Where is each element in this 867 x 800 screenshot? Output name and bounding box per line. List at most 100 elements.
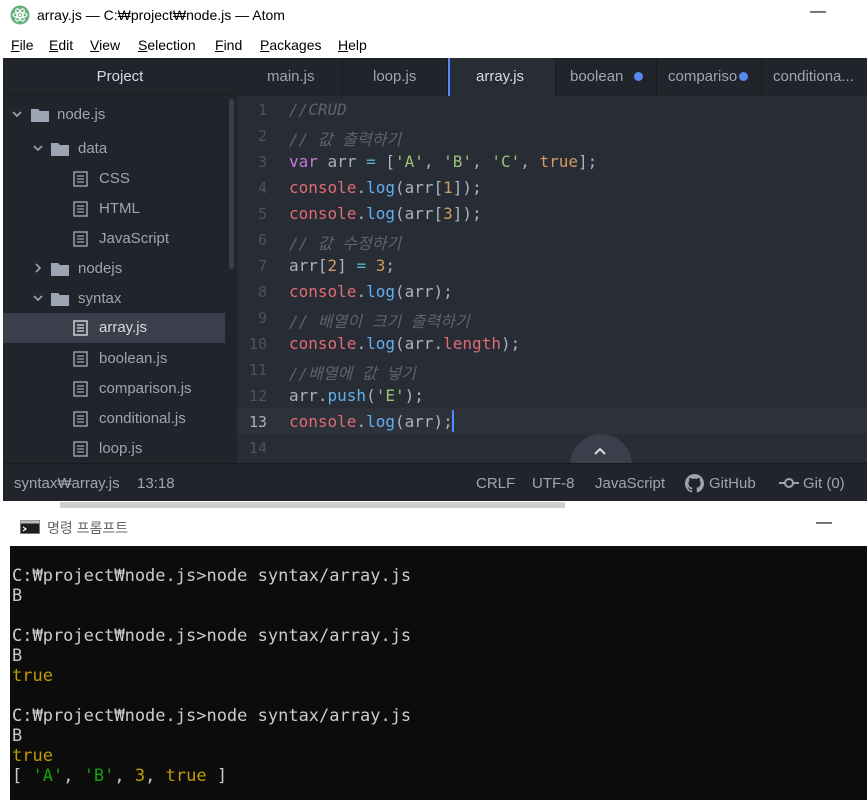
console-line: true bbox=[12, 746, 53, 766]
line-number: 7 bbox=[257, 257, 267, 275]
tree-item-label: nodejs bbox=[78, 260, 123, 277]
active-tab-indicator bbox=[448, 58, 450, 96]
console-line: C:₩project₩node.js>node syntax/array.js bbox=[12, 706, 412, 726]
status-bar: syntax₩array.js 13:18 CRLF UTF-8 JavaScr… bbox=[3, 463, 867, 501]
menu-packages[interactable]: Packages bbox=[260, 37, 322, 53]
line-number: 10 bbox=[248, 335, 267, 353]
tab-label: loop.js bbox=[373, 68, 417, 85]
tree-item-label: conditional.js bbox=[99, 410, 186, 427]
tree-item-syntax[interactable]: syntax bbox=[3, 284, 225, 314]
tree-view: Project node.js data CSS HTML JavaScript… bbox=[3, 58, 237, 463]
console-output[interactable]: C:₩project₩node.js>node syntax/array.js … bbox=[10, 546, 867, 800]
tab-boolean[interactable]: boolean bbox=[556, 58, 657, 96]
github-icon bbox=[685, 474, 704, 493]
horizontal-scrollbar[interactable] bbox=[60, 502, 565, 508]
tree-item-nodejs[interactable]: nodejs bbox=[3, 254, 225, 284]
menu-find[interactable]: Find bbox=[215, 37, 242, 53]
tab-label: array.js bbox=[476, 68, 525, 85]
tab-label: boolean bbox=[570, 68, 624, 85]
status-github[interactable]: GitHub bbox=[709, 475, 756, 492]
code-line-10: console.log(arr.length); bbox=[289, 334, 521, 353]
file-text-icon bbox=[73, 411, 88, 427]
text-cursor bbox=[452, 410, 454, 432]
tree-item-data[interactable]: data bbox=[3, 134, 225, 164]
chevron-right-icon bbox=[35, 263, 42, 273]
console-line: C:₩project₩node.js>node syntax/array.js bbox=[12, 626, 412, 646]
tree-item-loop-js[interactable]: loop.js bbox=[3, 434, 225, 464]
line-number: 13 bbox=[248, 413, 267, 431]
menu-help[interactable]: Help bbox=[338, 37, 367, 53]
tab-array-js[interactable]: array.js bbox=[448, 58, 556, 96]
tree-item-html[interactable]: HTML bbox=[3, 194, 225, 224]
tree-item-label: JavaScript bbox=[99, 230, 170, 247]
tree-item-label: boolean.js bbox=[99, 350, 168, 367]
code-line-9: // 배열이 크기 출력하기 bbox=[289, 312, 470, 331]
tree-item-conditional-js[interactable]: conditional.js bbox=[3, 404, 225, 434]
tree-item-label: data bbox=[78, 140, 108, 157]
project-title: Project bbox=[96, 68, 144, 85]
tab-label: main.js bbox=[267, 68, 315, 85]
atom-titlebar: array.js — C:₩project₩node.js — Atom — bbox=[0, 0, 867, 32]
status-line-ending[interactable]: CRLF bbox=[476, 475, 515, 492]
file-text-icon bbox=[73, 201, 88, 217]
status-file-path[interactable]: syntax₩array.js bbox=[14, 475, 120, 492]
code-line-1: //CRUD bbox=[289, 100, 347, 119]
chevron-down-icon bbox=[33, 145, 43, 152]
tab-comparison[interactable]: compariso bbox=[657, 58, 762, 96]
tree-item-node-js[interactable]: node.js bbox=[3, 100, 225, 130]
cmd-window-title: 명령 프롬프트 bbox=[47, 520, 129, 536]
tree-item-css[interactable]: CSS bbox=[3, 164, 225, 194]
file-text-icon bbox=[73, 381, 88, 397]
menu-selection[interactable]: Selection bbox=[138, 37, 196, 53]
line-number: 2 bbox=[257, 127, 267, 145]
chevron-up-icon bbox=[594, 447, 606, 455]
window-title: array.js — C:₩project₩node.js — Atom bbox=[37, 7, 285, 23]
line-number: 11 bbox=[248, 361, 267, 379]
menu-view[interactable]: View bbox=[90, 37, 120, 53]
file-text-icon bbox=[73, 320, 88, 336]
code-line-4: console.log(arr[1]); bbox=[289, 178, 482, 197]
file-text-icon bbox=[73, 171, 88, 187]
file-text-icon bbox=[73, 441, 88, 457]
tab-loop-js[interactable]: loop.js bbox=[343, 58, 448, 96]
tab-main-js[interactable]: main.js bbox=[237, 58, 343, 96]
tree-item-comparison-js[interactable]: comparison.js bbox=[3, 374, 225, 404]
code-line-11: //배열에 값 넣기 bbox=[289, 364, 416, 383]
tree-view-scrollbar[interactable] bbox=[229, 99, 234, 269]
git-commit-icon bbox=[779, 478, 799, 488]
status-grammar[interactable]: JavaScript bbox=[595, 475, 665, 492]
cmd-minimize-button[interactable]: — bbox=[816, 514, 832, 532]
code-line-12: arr.push('E'); bbox=[289, 386, 424, 405]
tree-item-array-js[interactable]: array.js bbox=[3, 313, 225, 343]
line-number: 6 bbox=[257, 231, 267, 249]
status-git[interactable]: Git (0) bbox=[803, 475, 845, 492]
console-line: [ 'A', 'B', 3, true ] bbox=[12, 766, 228, 786]
code-editor[interactable]: 1 2 3 4 5 6 7 8 9 10 11 12 13 14 //CRUD … bbox=[237, 96, 867, 463]
tab-conditional[interactable]: conditiona... bbox=[762, 58, 867, 96]
menu-edit[interactable]: Edit bbox=[49, 37, 73, 53]
tree-item-label: comparison.js bbox=[99, 380, 192, 397]
code-line-13: console.log(arr); bbox=[289, 412, 453, 431]
tree-item-javascript[interactable]: JavaScript bbox=[3, 224, 225, 254]
tab-label: compariso bbox=[668, 68, 738, 85]
console-line: true bbox=[12, 666, 53, 686]
tab-label: conditiona... bbox=[773, 68, 854, 85]
console-line: B bbox=[12, 646, 23, 666]
tree-item-label: array.js bbox=[99, 319, 148, 336]
line-number: 4 bbox=[257, 179, 267, 197]
menu-file[interactable]: File bbox=[11, 37, 34, 53]
modified-dot-icon bbox=[634, 72, 643, 81]
console-line: B bbox=[12, 586, 23, 606]
file-text-icon bbox=[73, 351, 88, 367]
tree-view-header: Project bbox=[3, 58, 237, 95]
line-number: 8 bbox=[257, 283, 267, 301]
console-line: C:₩project₩node.js>node syntax/array.js bbox=[12, 566, 412, 586]
code-line-5: console.log(arr[3]); bbox=[289, 204, 482, 223]
atom-logo-icon bbox=[10, 5, 30, 25]
minimize-button[interactable]: — bbox=[810, 3, 826, 21]
status-cursor-position[interactable]: 13:18 bbox=[137, 475, 175, 492]
cmd-icon bbox=[20, 520, 40, 534]
tree-item-boolean-js[interactable]: boolean.js bbox=[3, 344, 225, 374]
status-encoding[interactable]: UTF-8 bbox=[532, 475, 575, 492]
line-number: 3 bbox=[257, 153, 267, 171]
